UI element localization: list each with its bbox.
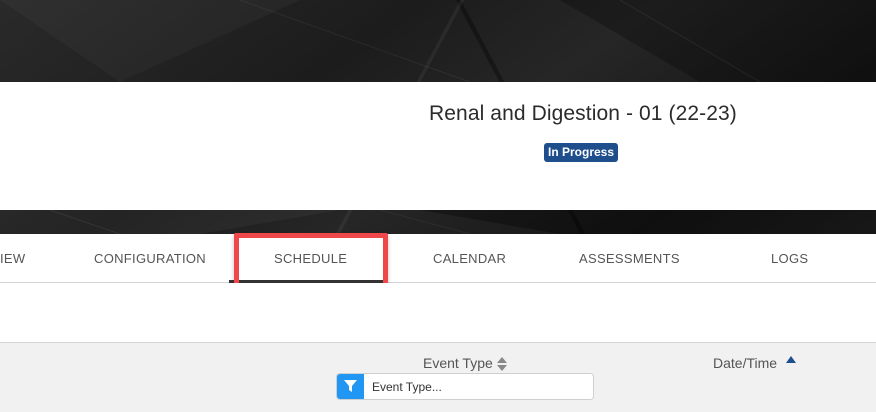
sort-ascending-icon[interactable] (786, 356, 796, 364)
highlight-box (234, 233, 388, 288)
filter-icon (344, 380, 357, 392)
tab-configuration[interactable]: CONFIGURATION (94, 251, 206, 266)
event-type-filter (336, 373, 594, 400)
filter-button[interactable] (337, 374, 364, 399)
tab-calendar[interactable]: CALENDAR (433, 251, 506, 266)
tab-overview[interactable]: IEW (0, 251, 25, 266)
column-header-event-type[interactable]: Event Type (423, 355, 493, 371)
column-header-date-time[interactable]: Date/Time (713, 355, 777, 371)
content-area (0, 283, 876, 342)
status-badge: In Progress (544, 143, 619, 162)
tab-bar: IEW CONFIGURATION SCHEDULE CALENDAR ASSE… (0, 234, 876, 283)
event-type-filter-input[interactable] (364, 374, 593, 399)
course-title: Renal and Digestion - 01 (22-23) (429, 102, 737, 125)
tab-assessments[interactable]: ASSESSMENTS (579, 251, 680, 266)
tab-logs[interactable]: LOGS (771, 251, 808, 266)
sort-both-icon[interactable] (497, 357, 507, 371)
